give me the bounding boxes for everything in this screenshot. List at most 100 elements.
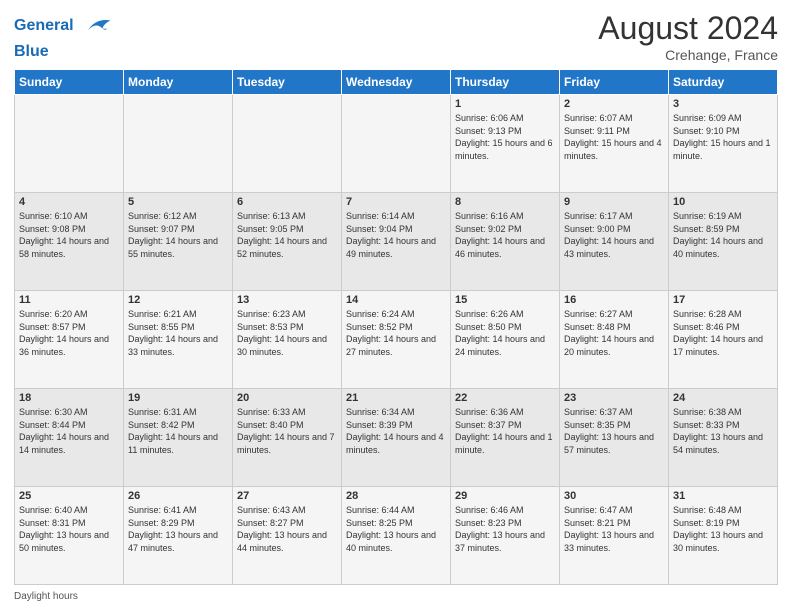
week-row-5: 25 Sunrise: 6:40 AMSunset: 8:31 PMDayligh… — [15, 487, 778, 585]
day-cell: 26Sunrise: 6:41 AMSunset: 8:29 PMDayligh… — [124, 487, 233, 585]
footer: Daylight hours — [14, 591, 778, 602]
week-row-2: 4 Sunrise: 6:10 AMSunset: 9:08 PMDaylight… — [15, 193, 778, 291]
day-number: 16 — [564, 294, 664, 306]
day-cell: 16 Sunrise: 6:27 AMSunset: 8:48 PMDayligh… — [560, 291, 669, 389]
day-number: 7 — [346, 196, 446, 208]
day-detail: Sunrise: 6:37 AMSunset: 8:35 PMDaylight:… — [564, 406, 664, 456]
day-detail: Sunrise: 6:16 AMSunset: 9:02 PMDaylight:… — [455, 210, 555, 260]
day-cell: 25 Sunrise: 6:40 AMSunset: 8:31 PMDayligh… — [15, 487, 124, 585]
day-cell: 6Sunrise: 6:13 AMSunset: 9:05 PMDaylight… — [233, 193, 342, 291]
day-detail: Sunrise: 6:10 AMSunset: 9:08 PMDaylight:… — [19, 210, 119, 260]
day-cell — [124, 95, 233, 193]
day-detail: Sunrise: 6:19 AMSunset: 8:59 PMDaylight:… — [673, 210, 773, 260]
day-detail: Sunrise: 6:33 AMSunset: 8:40 PMDaylight:… — [237, 406, 337, 456]
day-cell: 2Sunrise: 6:07 AMSunset: 9:11 PMDaylight… — [560, 95, 669, 193]
day-number: 17 — [673, 294, 773, 306]
day-number: 27 — [237, 490, 337, 502]
day-number: 20 — [237, 392, 337, 404]
weekday-header-friday: Friday — [560, 70, 669, 95]
day-cell: 4 Sunrise: 6:10 AMSunset: 9:08 PMDaylight… — [15, 193, 124, 291]
week-row-1: 1 Sunrise: 6:06 AMSunset: 9:13 PMDaylight… — [15, 95, 778, 193]
week-row-3: 11Sunrise: 6:20 AMSunset: 8:57 PMDayligh… — [15, 291, 778, 389]
day-detail: Sunrise: 6:46 AMSunset: 8:23 PMDaylight:… — [455, 504, 555, 554]
day-cell: 17 Sunrise: 6:28 AMSunset: 8:46 PMDayligh… — [669, 291, 778, 389]
day-detail: Sunrise: 6:07 AMSunset: 9:11 PMDaylight:… — [564, 112, 664, 162]
day-detail: Sunrise: 6:40 AMSunset: 8:31 PMDaylight:… — [19, 504, 119, 554]
day-cell: 20 Sunrise: 6:33 AMSunset: 8:40 PMDayligh… — [233, 389, 342, 487]
day-detail: Sunrise: 6:14 AMSunset: 9:04 PMDaylight:… — [346, 210, 446, 260]
day-detail: Sunrise: 6:09 AMSunset: 9:10 PMDaylight:… — [673, 112, 773, 162]
day-detail: Sunrise: 6:21 AMSunset: 8:55 PMDaylight:… — [128, 308, 228, 358]
day-detail: Sunrise: 6:47 AMSunset: 8:21 PMDaylight:… — [564, 504, 664, 554]
day-number: 15 — [455, 294, 555, 306]
day-number: 6 — [237, 196, 337, 208]
day-cell: 11Sunrise: 6:20 AMSunset: 8:57 PMDayligh… — [15, 291, 124, 389]
day-detail: Sunrise: 6:43 AMSunset: 8:27 PMDaylight:… — [237, 504, 337, 554]
day-detail: Sunrise: 6:44 AMSunset: 8:25 PMDaylight:… — [346, 504, 446, 554]
day-number: 25 — [19, 490, 119, 502]
day-number: 23 — [564, 392, 664, 404]
day-number: 24 — [673, 392, 773, 404]
day-detail: Sunrise: 6:06 AMSunset: 9:13 PMDaylight:… — [455, 112, 555, 162]
day-detail: Sunrise: 6:31 AMSunset: 8:42 PMDaylight:… — [128, 406, 228, 456]
day-detail: Sunrise: 6:48 AMSunset: 8:19 PMDaylight:… — [673, 504, 773, 554]
weekday-header-monday: Monday — [124, 70, 233, 95]
day-cell: 27 Sunrise: 6:43 AMSunset: 8:27 PMDayligh… — [233, 487, 342, 585]
day-cell — [15, 95, 124, 193]
day-detail: Sunrise: 6:34 AMSunset: 8:39 PMDaylight:… — [346, 406, 446, 456]
day-cell: 12Sunrise: 6:21 AMSunset: 8:55 PMDayligh… — [124, 291, 233, 389]
day-cell: 23 Sunrise: 6:37 AMSunset: 8:35 PMDayligh… — [560, 389, 669, 487]
weekday-header-row: SundayMondayTuesdayWednesdayThursdayFrid… — [15, 70, 778, 95]
day-detail: Sunrise: 6:12 AMSunset: 9:07 PMDaylight:… — [128, 210, 228, 260]
day-cell: 9Sunrise: 6:17 AMSunset: 9:00 PMDaylight… — [560, 193, 669, 291]
weekday-header-wednesday: Wednesday — [342, 70, 451, 95]
week-row-4: 18Sunrise: 6:30 AMSunset: 8:44 PMDayligh… — [15, 389, 778, 487]
day-detail: Sunrise: 6:27 AMSunset: 8:48 PMDaylight:… — [564, 308, 664, 358]
day-cell: 22Sunrise: 6:36 AMSunset: 8:37 PMDayligh… — [451, 389, 560, 487]
calendar-table: SundayMondayTuesdayWednesdayThursdayFrid… — [14, 69, 778, 585]
day-number: 11 — [19, 294, 119, 306]
day-detail: Sunrise: 6:28 AMSunset: 8:46 PMDaylight:… — [673, 308, 773, 358]
day-number: 30 — [564, 490, 664, 502]
day-cell: 19 Sunrise: 6:31 AMSunset: 8:42 PMDayligh… — [124, 389, 233, 487]
day-cell — [233, 95, 342, 193]
day-number: 31 — [673, 490, 773, 502]
day-cell: 3 Sunrise: 6:09 AMSunset: 9:10 PMDaylight… — [669, 95, 778, 193]
day-cell: 30 Sunrise: 6:47 AMSunset: 8:21 PMDayligh… — [560, 487, 669, 585]
day-number: 13 — [237, 294, 337, 306]
day-cell: 31 Sunrise: 6:48 AMSunset: 8:19 PMDayligh… — [669, 487, 778, 585]
day-number: 5 — [128, 196, 228, 208]
daylight-label: Daylight hours — [14, 591, 78, 602]
day-cell: 18Sunrise: 6:30 AMSunset: 8:44 PMDayligh… — [15, 389, 124, 487]
day-detail: Sunrise: 6:41 AMSunset: 8:29 PMDaylight:… — [128, 504, 228, 554]
weekday-header-sunday: Sunday — [15, 70, 124, 95]
month-year-title: August 2024 — [598, 10, 778, 47]
day-cell — [342, 95, 451, 193]
day-number: 3 — [673, 98, 773, 110]
logo-text: General Blue — [14, 10, 112, 61]
day-number: 22 — [455, 392, 555, 404]
day-cell: 14 Sunrise: 6:24 AMSunset: 8:52 PMDayligh… — [342, 291, 451, 389]
day-number: 8 — [455, 196, 555, 208]
day-number: 21 — [346, 392, 446, 404]
day-detail: Sunrise: 6:26 AMSunset: 8:50 PMDaylight:… — [455, 308, 555, 358]
day-cell: 8 Sunrise: 6:16 AMSunset: 9:02 PMDaylight… — [451, 193, 560, 291]
day-number: 14 — [346, 294, 446, 306]
day-number: 19 — [128, 392, 228, 404]
day-cell: 1 Sunrise: 6:06 AMSunset: 9:13 PMDaylight… — [451, 95, 560, 193]
location-text: Crehange, France — [598, 47, 778, 63]
weekday-header-tuesday: Tuesday — [233, 70, 342, 95]
day-number: 1 — [455, 98, 555, 110]
logo-bird-icon — [80, 10, 112, 42]
day-cell: 28 Sunrise: 6:44 AMSunset: 8:25 PMDayligh… — [342, 487, 451, 585]
day-cell: 13 Sunrise: 6:23 AMSunset: 8:53 PMDayligh… — [233, 291, 342, 389]
day-number: 28 — [346, 490, 446, 502]
day-cell: 24 Sunrise: 6:38 AMSunset: 8:33 PMDayligh… — [669, 389, 778, 487]
day-detail: Sunrise: 6:23 AMSunset: 8:53 PMDaylight:… — [237, 308, 337, 358]
header: General Blue August 2024 Crehange, Franc… — [14, 10, 778, 63]
day-detail: Sunrise: 6:38 AMSunset: 8:33 PMDaylight:… — [673, 406, 773, 456]
day-cell: 10Sunrise: 6:19 AMSunset: 8:59 PMDayligh… — [669, 193, 778, 291]
day-detail: Sunrise: 6:24 AMSunset: 8:52 PMDaylight:… — [346, 308, 446, 358]
day-number: 4 — [19, 196, 119, 208]
day-detail: Sunrise: 6:17 AMSunset: 9:00 PMDaylight:… — [564, 210, 664, 260]
